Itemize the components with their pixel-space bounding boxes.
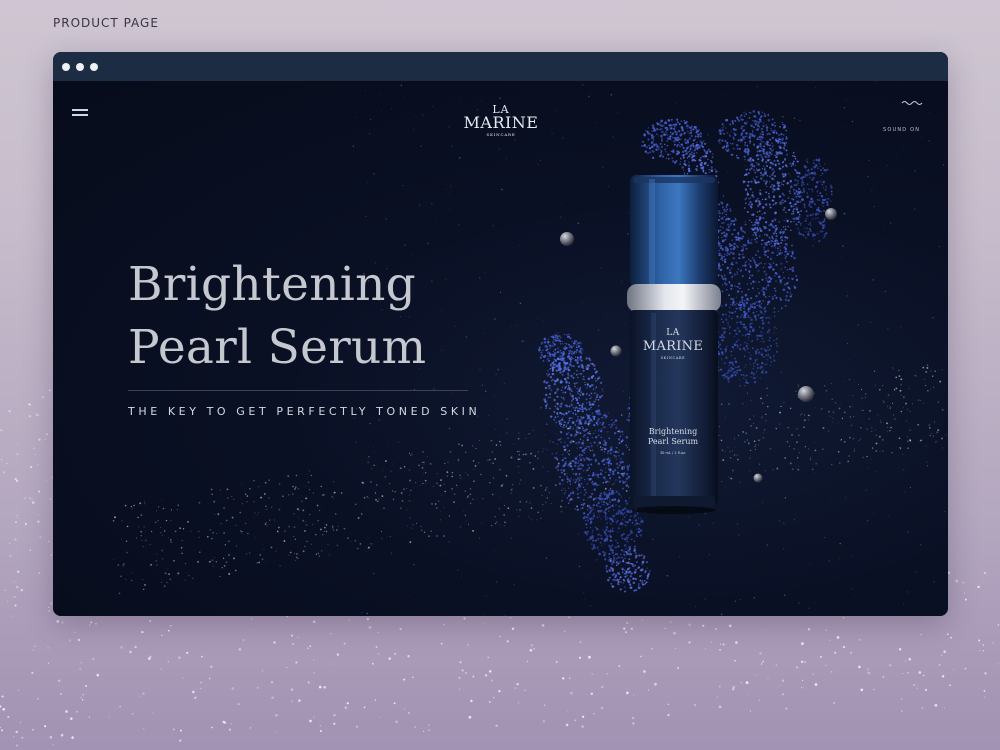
page-label: PRODUCT PAGE [53, 16, 159, 30]
page: { "page_label": "PRODUCT PAGE", "window"… [0, 0, 1000, 750]
close-dot[interactable] [62, 63, 70, 71]
title-line2: Pearl Serum [128, 320, 427, 375]
minimize-dot[interactable] [76, 63, 84, 71]
bottle-name-line1: Brightening [648, 427, 698, 436]
sound-wave-icon[interactable] [901, 99, 923, 107]
hamburger-menu-icon[interactable] [72, 107, 88, 117]
bottle-brand-line2: MARINE [642, 339, 704, 354]
maximize-dot[interactable] [90, 63, 98, 71]
divider [128, 390, 468, 391]
window-titlebar [53, 52, 948, 81]
bottle-brand-line3: SKINCARE [660, 356, 686, 360]
pearl [610, 345, 622, 357]
bottle-volume: 30 mL / 1 fl.oz. [659, 451, 687, 455]
product-tagline: THE KEY TO GET PERFECTLY TONED SKIN [128, 405, 481, 418]
bottle-name-line2: Pearl Serum [647, 437, 699, 446]
pearl [753, 473, 763, 483]
product-title: Brightening Pearl Serum [128, 253, 426, 379]
pearl [798, 386, 814, 402]
bottle-brand-line1: LA [666, 328, 680, 338]
sound-toggle-label[interactable]: SOUND ON [883, 127, 943, 133]
hero-section: LA MARINE SKINCARE SOUND ON Brightening … [53, 81, 948, 616]
pearl [825, 208, 837, 220]
logo-line2: MARINE [463, 113, 539, 132]
logo-line3: SKINCARE [486, 132, 516, 137]
browser-window: LA MARINE SKINCARE SOUND ON Brightening … [53, 52, 948, 616]
title-line1: Brightening [128, 257, 417, 312]
pearl [560, 232, 574, 246]
brand-logo[interactable]: LA MARINE SKINCARE [451, 104, 551, 138]
